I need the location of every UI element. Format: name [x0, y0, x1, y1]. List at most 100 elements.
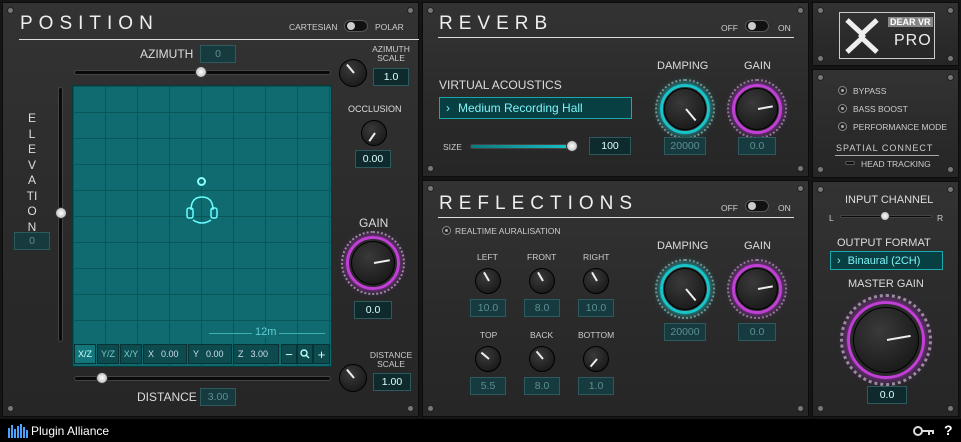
gain-value[interactable]: 0.0 — [354, 301, 392, 319]
reflections-toggle[interactable] — [745, 200, 769, 212]
bass-boost-radio[interactable] — [838, 104, 847, 113]
distance-scale-label: DISTANCE SCALE — [369, 350, 413, 369]
input-balance-thumb[interactable] — [880, 211, 890, 221]
distance-scale-knob[interactable] — [339, 364, 367, 392]
view-xy-button[interactable]: X/Y — [120, 344, 142, 364]
wall-back-value[interactable]: 8.0 — [524, 377, 560, 395]
elevation-value[interactable]: 0 — [14, 232, 50, 250]
reverb-gain-label: GAIN — [744, 60, 771, 72]
azimuth-scale-value[interactable]: 1.0 — [373, 68, 409, 86]
reverb-damping-value[interactable]: 20000 — [664, 137, 706, 155]
position-title: POSITION — [20, 13, 159, 34]
wall-left-knob[interactable] — [475, 268, 501, 294]
occlusion-knob[interactable] — [361, 120, 387, 146]
logo-panel: DEAR VR PRO — [812, 2, 959, 66]
wall-left-value[interactable]: 10.0 — [470, 299, 506, 317]
distance-slider-thumb[interactable] — [96, 372, 108, 384]
y-coordinate-field[interactable]: Y 0.00 — [188, 344, 232, 364]
master-gain-knob[interactable] — [853, 307, 919, 373]
gain-knob[interactable] — [351, 241, 395, 285]
head-tracking-toggle[interactable] — [845, 161, 855, 165]
reverb-panel: REVERB OFF ON VIRTUAL ACOUSTICS › Medium … — [422, 2, 809, 177]
coordinate-mode-toggle[interactable] — [344, 20, 368, 32]
view-xz-button[interactable]: X/Z — [74, 344, 96, 364]
reverb-damping-knob[interactable] — [664, 88, 706, 130]
performance-mode-radio[interactable] — [838, 122, 847, 131]
reflections-panel: REFLECTIONS OFF ON REALTIME AURALISATION… — [422, 180, 809, 417]
wall-front-label: FRONT — [527, 252, 557, 262]
source-position-marker[interactable] — [197, 177, 206, 186]
azimuth-scale-label: AZIMUTH SCALE — [372, 44, 410, 63]
gain-label: GAIN — [359, 216, 389, 230]
azimuth-value[interactable]: 0 — [200, 45, 236, 63]
position-grid[interactable]: 12m — [72, 85, 332, 367]
wall-front-knob[interactable] — [529, 268, 555, 294]
bass-boost-label: BASS BOOST — [853, 104, 908, 114]
output-format-dropdown[interactable]: › Binaural (2CH) — [830, 251, 943, 270]
wall-top-value[interactable]: 5.5 — [470, 377, 506, 395]
polar-label: POLAR — [375, 22, 404, 32]
wall-top-label: TOP — [480, 330, 498, 340]
occlusion-value[interactable]: 0.00 — [355, 150, 391, 168]
zoom-search-icon[interactable] — [297, 344, 313, 364]
size-value[interactable]: 100 — [589, 137, 631, 155]
reflections-damping-value[interactable]: 20000 — [664, 323, 706, 341]
wall-top-knob[interactable] — [475, 346, 501, 372]
reflections-damping-knob[interactable] — [664, 268, 706, 310]
wall-front-value[interactable]: 8.0 — [524, 299, 560, 317]
plugin-alliance-logo-icon — [8, 424, 28, 438]
wall-right-value[interactable]: 10.0 — [578, 299, 614, 317]
chevron-right-icon: › — [446, 101, 450, 115]
grid-scale-label: 12m — [252, 326, 280, 338]
view-yz-button[interactable]: Y/Z — [97, 344, 119, 364]
reverb-gain-knob[interactable] — [736, 88, 778, 130]
reflections-title: REFLECTIONS — [439, 193, 639, 214]
azimuth-scale-knob[interactable] — [339, 59, 367, 87]
wall-bottom-value[interactable]: 1.0 — [578, 377, 614, 395]
screw-icon — [407, 7, 414, 14]
position-panel: POSITION CARTESIAN POLAR AZIMUTH 0 AZIMU… — [2, 2, 419, 417]
reflections-gain-value[interactable]: 0.0 — [738, 323, 776, 341]
master-gain-value[interactable]: 0.0 — [867, 386, 907, 404]
screw-icon — [7, 7, 14, 14]
virtual-acoustics-dropdown[interactable]: › Medium Recording Hall — [439, 97, 632, 119]
wall-left-label: LEFT — [477, 252, 498, 262]
z-coordinate-field[interactable]: Z 3.00 — [233, 344, 279, 364]
chevron-right-icon: › — [837, 254, 841, 267]
reflections-gain-knob[interactable] — [736, 268, 778, 310]
plugin-alliance-brand[interactable]: Plugin Alliance — [31, 424, 109, 438]
reverb-off-label: OFF — [721, 23, 738, 33]
occlusion-label: OCCLUSION — [348, 104, 402, 114]
realtime-auralisation-radio[interactable] — [442, 226, 451, 235]
head-tracking-label: HEAD TRACKING — [861, 159, 931, 169]
elevation-slider-thumb[interactable] — [55, 207, 67, 219]
reflections-off-label: OFF — [721, 203, 738, 213]
reverb-gain-value[interactable]: 0.0 — [738, 137, 776, 155]
azimuth-slider-thumb[interactable] — [195, 66, 207, 78]
key-icon[interactable] — [913, 426, 935, 436]
distance-label: DISTANCE — [137, 390, 197, 404]
zoom-in-button[interactable]: + — [313, 344, 330, 364]
cartesian-label: CARTESIAN — [289, 22, 338, 32]
bypass-radio[interactable] — [838, 86, 847, 95]
azimuth-label: AZIMUTH — [140, 47, 194, 61]
reverb-toggle[interactable] — [745, 20, 769, 32]
wall-right-knob[interactable] — [583, 268, 609, 294]
output-format-label: OUTPUT FORMAT — [837, 237, 931, 249]
reverb-on-label: ON — [778, 23, 791, 33]
size-slider-thumb[interactable] — [566, 140, 578, 152]
distance-scale-value[interactable]: 1.00 — [373, 373, 411, 391]
input-left-label: L — [829, 213, 834, 223]
listener-head-icon — [186, 196, 218, 224]
help-button[interactable]: ? — [944, 422, 953, 438]
wall-bottom-knob[interactable] — [583, 346, 609, 372]
distance-slider[interactable] — [74, 376, 331, 381]
size-slider[interactable] — [470, 144, 575, 149]
x-coordinate-field[interactable]: X 0.00 — [143, 344, 187, 364]
virtual-acoustics-label: VIRTUAL ACOUSTICS — [439, 78, 562, 92]
logo-brand: DEAR VR — [888, 17, 933, 27]
bypass-label: BYPASS — [853, 86, 887, 96]
distance-value[interactable]: 3.00 — [200, 388, 236, 406]
zoom-out-button[interactable]: − — [281, 344, 297, 364]
wall-back-knob[interactable] — [529, 346, 555, 372]
